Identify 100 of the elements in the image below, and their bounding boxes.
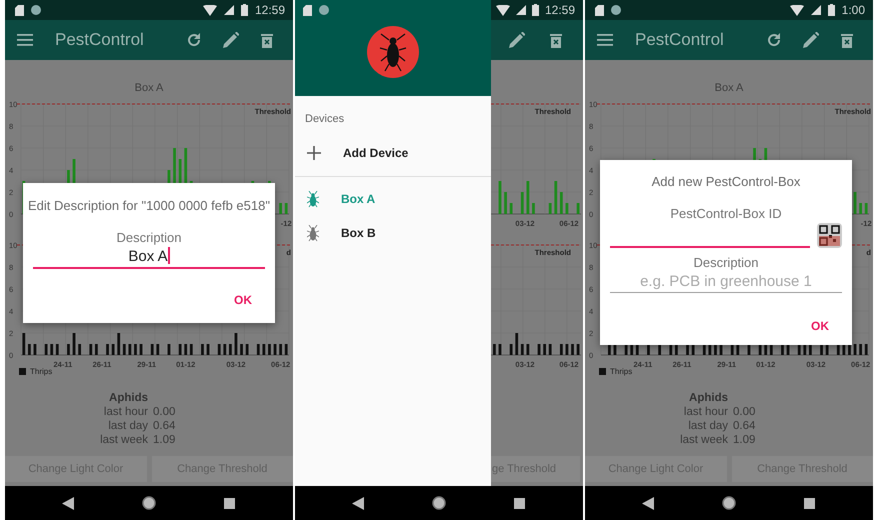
stat-label: last hour (682, 405, 728, 419)
wifi-icon (496, 4, 510, 16)
chart-bar (826, 344, 829, 355)
edit-icon[interactable] (509, 32, 525, 48)
refresh-icon[interactable] (187, 33, 201, 47)
chart-bar (218, 344, 221, 355)
menu-icon[interactable] (597, 34, 613, 46)
stat-label: last hour (102, 405, 148, 419)
square-icon[interactable] (514, 498, 525, 508)
dot-icon (31, 5, 41, 15)
edit-icon[interactable] (803, 32, 819, 48)
home-icon[interactable] (142, 496, 156, 510)
chart-bar (674, 344, 678, 355)
chart-bar (808, 344, 812, 355)
delete-icon[interactable] (841, 32, 853, 48)
legend-swatch (599, 368, 606, 374)
stat-label: last week (99, 433, 148, 447)
battery-icon (240, 4, 248, 16)
chart-bar (268, 344, 271, 355)
chart-bar (854, 344, 856, 355)
back-icon[interactable] (642, 496, 654, 510)
legend-label: Thrips (30, 366, 52, 376)
chart-bar (854, 192, 856, 214)
chart-bar (714, 344, 717, 355)
back-icon[interactable] (62, 496, 74, 510)
chart-bar (284, 203, 288, 214)
stat-value: 1.09 (153, 433, 176, 447)
chart-bar (246, 344, 249, 355)
chart-bar (34, 344, 36, 355)
delete-icon[interactable] (550, 32, 562, 48)
chart-bar (178, 344, 182, 355)
square-icon[interactable] (224, 498, 235, 508)
drawer-item[interactable]: Box A (295, 182, 491, 216)
chart-bar (859, 344, 862, 355)
field-label: Description (116, 229, 182, 247)
menu-icon[interactable] (17, 34, 33, 46)
ok-button[interactable]: OK (811, 317, 829, 335)
chart-bar (168, 344, 170, 355)
legend-label: Thrips (610, 366, 632, 376)
battery-icon (532, 4, 539, 16)
wifi-icon (202, 4, 217, 16)
signal-icon (224, 5, 234, 15)
chart-bar (122, 344, 126, 355)
chart-bar (190, 344, 193, 355)
text-field[interactable]: e.g. PCB in greenhouse 1 (610, 272, 842, 293)
status-time: 12:59 (254, 3, 285, 17)
square-icon[interactable] (804, 498, 815, 508)
stat-label: last day (687, 419, 728, 433)
signal-icon (516, 5, 526, 15)
chart-bar (859, 203, 862, 214)
chart-bar (279, 344, 282, 355)
dialog-title: Add new PestControl-Box (652, 173, 800, 191)
field-label: Description (693, 254, 759, 272)
text-field[interactable]: Box A (33, 247, 265, 269)
chart-bar (608, 344, 611, 355)
dot-icon (611, 5, 621, 15)
chart-bar (50, 344, 54, 355)
app-title: PestControl (55, 30, 145, 50)
bug-icon (307, 224, 319, 242)
chart-bar (128, 344, 132, 355)
chart-bar (206, 344, 210, 355)
chart-bar (262, 344, 266, 355)
legend-swatch (19, 368, 26, 374)
stat-value: 0.00 (153, 405, 176, 419)
status-time: 12:59 (544, 3, 575, 17)
chart-bar (842, 344, 846, 355)
chart-bar (692, 344, 695, 355)
chart-title: Box A (714, 81, 744, 96)
edit-icon[interactable] (223, 32, 239, 48)
chart-bar (94, 344, 98, 355)
chart-bar (150, 344, 154, 355)
back-icon[interactable] (352, 496, 364, 510)
chart-bar (228, 344, 232, 355)
chart-bar (112, 344, 115, 355)
chart-bar (117, 333, 120, 355)
chart-bar (56, 344, 59, 355)
chart-bar (78, 344, 82, 355)
ok-button[interactable]: OK (234, 291, 252, 309)
chart-bar (184, 344, 188, 355)
qr-code-icon[interactable] (817, 223, 842, 248)
drawer-item[interactable]: Box B (295, 216, 491, 250)
chart-bar (848, 344, 851, 355)
chart-bar (686, 344, 689, 355)
stat-value: 1.09 (733, 433, 756, 447)
cockroach-logo-icon (367, 26, 419, 78)
home-icon[interactable] (722, 496, 736, 510)
status-time: 1:00 (842, 3, 865, 17)
delete-icon[interactable] (261, 32, 273, 48)
section-header: Devices (305, 112, 346, 126)
refresh-icon[interactable] (767, 33, 781, 47)
chart-bar (28, 344, 31, 355)
chart-bar (748, 344, 750, 355)
chart-bar (786, 344, 790, 355)
home-icon[interactable] (432, 496, 446, 510)
wifi-icon (790, 4, 804, 16)
dot-icon (319, 5, 329, 15)
chart-bar (223, 344, 226, 355)
chart-bar (647, 344, 650, 355)
chart-bar (614, 344, 616, 355)
add-device-item[interactable]: Add Device (295, 136, 491, 170)
